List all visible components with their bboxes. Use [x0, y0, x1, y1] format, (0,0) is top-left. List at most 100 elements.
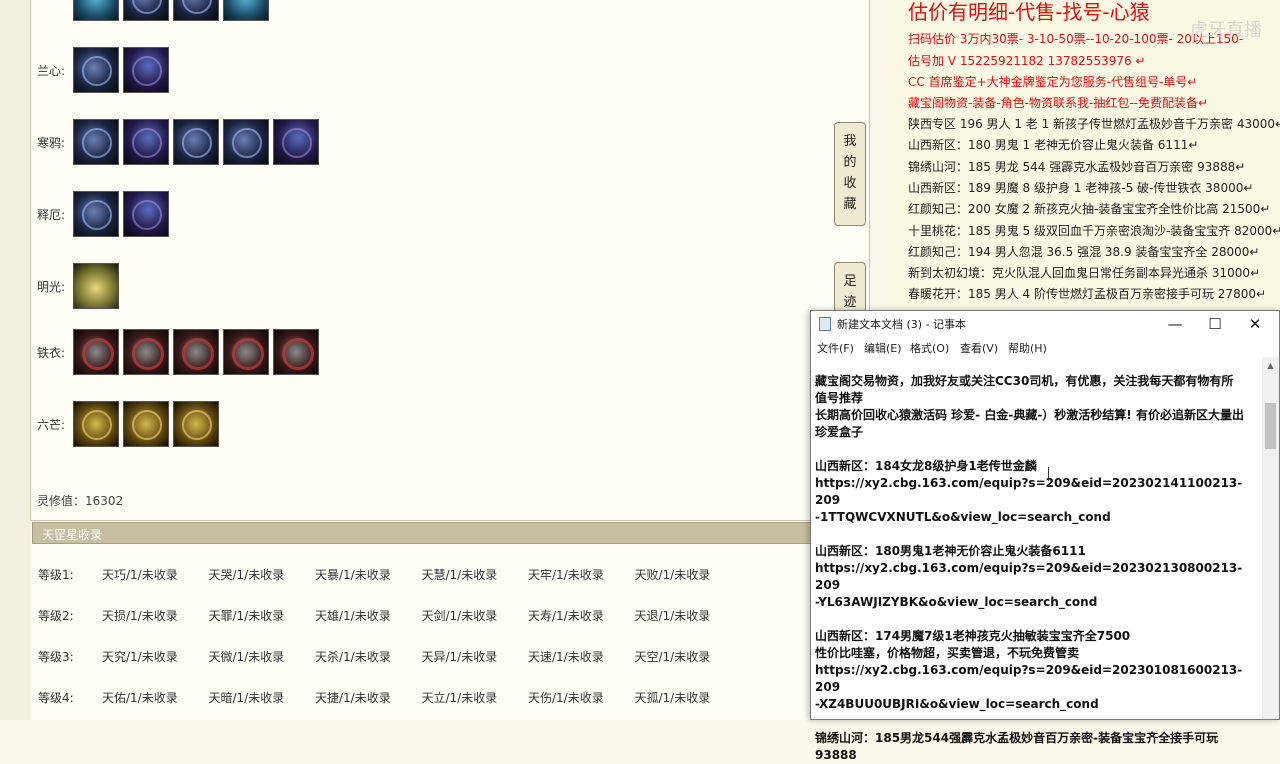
notepad-text-line: 山西新区：174男魔7级1老神孩克火抽敏装宝宝齐全7500	[815, 629, 1131, 643]
tiangang-star-cell: 天暴/1/未收录	[315, 567, 391, 582]
equipment-category-row: 明光:	[37, 260, 119, 312]
equipment-item-icon[interactable]	[223, 0, 269, 21]
tiangang-star-cell: 天空/1/未收录	[634, 649, 711, 664]
category-label: 六芒:	[37, 417, 66, 432]
notepad-text-line: 93888	[815, 748, 857, 762]
equipment-item-icon[interactable]	[123, 329, 169, 375]
equipment-category-row: 六芒:	[37, 398, 219, 450]
tiangang-star-cell: 天微/1/未收录	[208, 649, 285, 664]
notepad-text-area[interactable]: 藏宝阁交易物资，加我好友或关注CC30司机，有优惠，关注我每天都有物有所 值号推荐…	[815, 373, 1263, 764]
huya-watermark: 虎牙直播	[1190, 20, 1262, 41]
equipment-item-icon[interactable]	[73, 119, 119, 165]
equipment-item-icon[interactable]	[73, 329, 119, 375]
equipment-item-icon[interactable]	[173, 119, 219, 165]
equipment-category-row: 寒鸦:	[37, 116, 319, 168]
notepad-text-line: -YL63AWJIZYBK&o&view_loc=search_cond	[815, 595, 1098, 609]
footprints-button[interactable]: 足 迹	[834, 262, 866, 312]
seller-ad-line: CC 首席鉴定+大神金牌鉴定为您服务-代售组号-单号↵	[908, 75, 1198, 89]
equipment-item-icon[interactable]	[173, 401, 219, 447]
notepad-text-line: 锦绣山河：185男龙544强霹克水孟极妙音百万亲密-装备宝宝齐全接手可玩	[815, 731, 1219, 745]
lingxiu-value: 灵修值：16302	[37, 494, 124, 508]
category-label: 兰心:	[37, 63, 66, 78]
favorites-char: 藏	[843, 197, 857, 212]
seller-ad-line: 藏宝阁物资-装备-角色-物资联系我-抽红包--免费配装备↵	[908, 96, 1209, 110]
equipment-item-icon[interactable]	[123, 401, 169, 447]
tiangang-level-row: 等级3: 天究/1/未收录 天微/1/未收录 天杀/1/未收录 天异/1/未收录 天速/1…	[38, 646, 741, 666]
equipment-item-icon[interactable]	[123, 119, 169, 165]
equipment-item-icon[interactable]	[123, 0, 169, 21]
equipment-item-icon[interactable]	[123, 47, 169, 93]
equipment-item-icon[interactable]	[73, 191, 119, 237]
tiangang-star-cell: 天究/1/未收录	[102, 649, 178, 664]
tiangang-star-cell: 天暗/1/未收录	[208, 690, 285, 705]
notepad-window[interactable]: 新建文本文档 (3) - 记事本 — ☐ ✕ 文件(F) 编辑(E) 格式(O)…	[810, 310, 1280, 762]
equipment-item-icon[interactable]	[223, 119, 269, 165]
equipment-item-icon[interactable]	[73, 47, 119, 93]
equipment-collection-panel: 兰心: 寒鸦: 释厄: 明光: 铁衣: 六芒: 灵修值：16302	[30, 0, 870, 521]
scroll-up-icon[interactable]: ▲	[1262, 361, 1279, 371]
tiangang-star-cell: 天伤/1/未收录	[528, 690, 604, 705]
maximize-button[interactable]: ☐	[1195, 311, 1235, 337]
notepad-title: 新建文本文档 (3) - 记事本	[837, 318, 967, 331]
tiangang-star-cell: 天佑/1/未收录	[102, 690, 178, 705]
equipment-item-icon[interactable]	[73, 0, 119, 21]
equipment-category-row: 释厄:	[37, 188, 169, 240]
menu-edit[interactable]: 编辑(E)	[864, 340, 902, 356]
account-listing-line: 新到太初幻境：克火队混人回血鬼日常任务副本异光通杀 31000↵	[908, 266, 1261, 281]
account-listing-line: 红颜知己：200 女魔 2 新孩克火抽-装备宝宝齐全性价比高 21500↵	[908, 202, 1271, 217]
equipment-category-row: 铁衣:	[37, 326, 319, 378]
equipment-icon-group	[73, 0, 269, 21]
notepad-titlebar[interactable]: 新建文本文档 (3) - 记事本 — ☐ ✕	[811, 311, 1279, 337]
close-button[interactable]: ✕	[1235, 311, 1275, 337]
equipment-item-icon[interactable]	[273, 119, 319, 165]
seller-ad-line: 估号加 V 15225921182 13782553976 ↵	[908, 54, 1146, 68]
equipment-icon-group	[73, 191, 169, 237]
equipment-item-icon[interactable]	[73, 401, 119, 447]
equipment-item-icon[interactable]	[123, 191, 169, 237]
scroll-thumb[interactable]	[1265, 403, 1276, 449]
account-listing-line: 山西新区：180 男鬼 1 老神无价容止鬼火装备 6111↵	[908, 138, 1199, 153]
category-label: 释厄:	[37, 207, 66, 222]
equipment-item-icon[interactable]	[273, 329, 319, 375]
notepad-text-line: 长期高价回收心猿激活码 珍爱- 白金-典藏-）秒激活秒结算! 有价必追新区大量出	[815, 408, 1244, 422]
tiangang-header[interactable]: 天罡星收录	[32, 522, 868, 544]
account-listing-line: 陕西专区 196 男人 1 老 1 新孩子传世燃灯孟极妙音千万亲密 43000↵	[908, 117, 1280, 131]
level-label: 等级3:	[38, 649, 74, 664]
notepad-scrollbar[interactable]: ▲	[1262, 357, 1279, 719]
menu-format[interactable]: 格式(O)	[910, 340, 949, 356]
tiangang-star-cell: 天异/1/未收录	[421, 649, 498, 664]
equipment-item-icon[interactable]	[173, 0, 219, 21]
tiangang-level-row: 等级2: 天损/1/未收录 天罪/1/未收录 天雄/1/未收录 天剑/1/未收录 天寿/1…	[38, 605, 741, 625]
equipment-category-row	[37, 0, 269, 24]
menu-help[interactable]: 帮助(H)	[1008, 340, 1047, 356]
menu-view[interactable]: 查看(V)	[960, 340, 998, 356]
tiangang-star-cell: 天哭/1/未收录	[208, 567, 285, 582]
equipment-item-icon[interactable]	[73, 263, 119, 309]
equipment-category-row: 兰心:	[37, 44, 169, 96]
favorites-button[interactable]: 我 的 收 藏	[834, 122, 866, 226]
text-cursor-icon	[1048, 467, 1049, 481]
tiangang-title: 天罡星收录	[42, 528, 103, 542]
notepad-text-line: 山西新区：184女龙8级护身1老传世金麟	[815, 459, 1037, 473]
notepad-text-line: https://xy2.cbg.163.com/equip?s=209&eid=…	[815, 663, 1243, 694]
category-label: 寒鸦:	[37, 135, 66, 150]
equipment-item-icon[interactable]	[223, 329, 269, 375]
tiangang-star-cell: 天巧/1/未收录	[102, 567, 178, 582]
tiangang-star-cell: 天剑/1/未收录	[421, 608, 498, 623]
tiangang-star-cell: 天雄/1/未收录	[315, 608, 391, 623]
notepad-text-line: 性价比哇塞，价格物超，买卖管退，不玩免费管卖	[815, 646, 1080, 660]
tiangang-level-row: 等级1: 天巧/1/未收录 天哭/1/未收录 天暴/1/未收录 天慧/1/未收录 天牢/1…	[38, 564, 741, 584]
minimize-button[interactable]: —	[1155, 311, 1195, 337]
left-gutter	[0, 0, 30, 720]
notepad-blank-line	[815, 441, 1263, 458]
notepad-blank-line	[815, 526, 1263, 543]
notepad-text-line: 山西新区：180男鬼1老神无价容止鬼火装备6111	[815, 544, 1086, 558]
equipment-icon-group	[73, 329, 319, 375]
favorites-char: 收	[843, 176, 857, 191]
category-label: 铁衣:	[37, 345, 66, 360]
tiangang-table: 等级1: 天巧/1/未收录 天哭/1/未收录 天暴/1/未收录 天慧/1/未收录 天牢/1…	[32, 544, 868, 720]
menu-file[interactable]: 文件(F)	[817, 340, 854, 356]
notepad-blank-line	[815, 713, 1263, 730]
notepad-text-line: 珍爱盒子	[815, 425, 864, 439]
equipment-item-icon[interactable]	[173, 329, 219, 375]
